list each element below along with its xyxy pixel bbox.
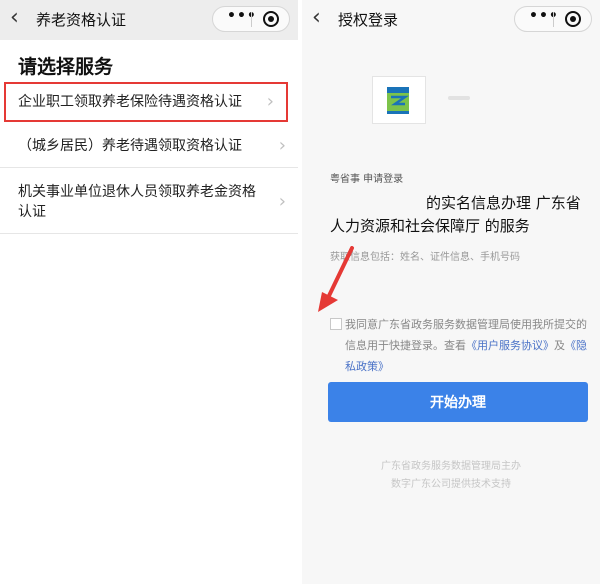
page-heading: 请选择服务: [18, 56, 114, 78]
service-item-label: （城乡居民）养老待遇领取资格认证: [18, 137, 242, 154]
annotation-arrow-icon: [318, 246, 354, 312]
chevron-right-icon: ›: [278, 134, 286, 156]
start-button[interactable]: 开始办理: [328, 382, 588, 422]
capsule-divider: [553, 12, 554, 27]
app-logo-icon: [387, 87, 409, 114]
service-select-screen: ‹ 养老资格认证 ••• 请选择服务 企业职工领取养老保险待遇资格认证 › （城…: [0, 0, 298, 584]
back-button[interactable]: ‹: [312, 6, 321, 30]
blurred-app-name: [448, 96, 470, 100]
user-service-agreement-link[interactable]: 《用户服务协议》: [466, 339, 554, 352]
target-close-icon[interactable]: [263, 11, 279, 27]
capsule-divider: [251, 12, 252, 27]
target-close-icon[interactable]: [565, 11, 581, 27]
nav-title: 授权登录: [338, 11, 399, 29]
service-item-enterprise[interactable]: 企业职工领取养老保险待遇资格认证 ›: [4, 82, 288, 122]
chevron-right-icon: ›: [278, 190, 286, 212]
service-item-label: 企业职工领取养老保险待遇资格认证: [18, 94, 242, 110]
mini-program-capsule: •••: [212, 6, 290, 32]
app-logo: [372, 76, 426, 124]
footer-line-2: 数字广东公司提供技术支持: [391, 479, 511, 490]
service-item-label: 机关事业单位退休人员领取养老金资格认证: [18, 183, 256, 220]
footer: 广东省政务服务数据管理局主办 数字广东公司提供技术支持: [302, 458, 600, 494]
service-item-urban-rural[interactable]: （城乡居民）养老待遇领取资格认证 ›: [0, 124, 298, 168]
more-dots-icon[interactable]: •••: [529, 8, 559, 24]
nav-bar: ‹ 养老资格认证 •••: [0, 0, 298, 40]
agreement-checkbox[interactable]: [330, 318, 342, 330]
applicant-line: 粤省事 申请登录: [330, 174, 404, 185]
service-description: 的实名信息办理 广东省人力资源和社会保障厅 的服务: [330, 194, 581, 235]
redacted-name-placeholder: [330, 194, 426, 208]
chevron-right-icon: ›: [266, 91, 274, 112]
footer-line-1: 广东省政务服务数据管理局主办: [381, 461, 521, 472]
service-list-panel: 请选择服务 企业职工领取养老保险待遇资格认证 › （城乡居民）养老待遇领取资格认…: [0, 40, 298, 584]
nav-title: 养老资格认证: [36, 11, 127, 29]
service-item-public-institution[interactable]: 机关事业单位退休人员领取养老金资格认证 ›: [0, 170, 298, 234]
more-dots-icon[interactable]: •••: [227, 8, 257, 24]
nav-bar: ‹ 授权登录 •••: [302, 0, 600, 40]
info-collected-line: 获取信息包括：姓名、证件信息、手机号码: [330, 252, 520, 263]
authorize-login-screen: ‹ 授权登录 ••• 粤省事 申请登录 的实名信息办理 广东省人力资源和社会保障…: [302, 0, 600, 584]
agreement-text: 我同意广东省政务服务数据管理局使用我所提交的信息用于快捷登录。查看《用户服务协议…: [345, 318, 587, 373]
back-button[interactable]: ‹: [10, 6, 19, 30]
mini-program-capsule: •••: [514, 6, 592, 32]
